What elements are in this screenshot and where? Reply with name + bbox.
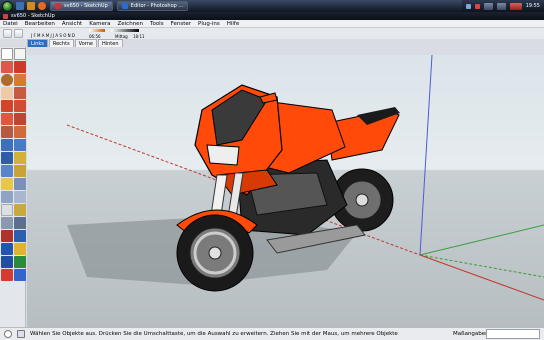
maximize-button[interactable] [496, 2, 506, 10]
rotate-icon[interactable] [1, 113, 13, 125]
menu-plugins[interactable]: Plug-ins [198, 21, 220, 27]
paint-bucket-icon[interactable] [1, 178, 13, 190]
rectangle-icon[interactable] [1, 87, 13, 99]
menu-hilfe[interactable]: Hilfe [227, 21, 240, 27]
share-model-icon[interactable] [14, 269, 26, 281]
google-earth-icon[interactable] [14, 256, 26, 268]
green-axis-line-2 [419, 224, 544, 256]
orbit-icon[interactable] [14, 178, 26, 190]
system-tray: 19:55 [461, 0, 544, 12]
menu-fenster[interactable]: Fenster [171, 21, 191, 27]
shadow-toggle-icon[interactable] [14, 29, 23, 38]
months-label: J F M A M J J A S O N D [31, 33, 75, 38]
zoom-extents-icon[interactable] [14, 204, 26, 216]
offset-icon[interactable] [14, 126, 26, 138]
zoom-window-icon[interactable] [1, 204, 13, 216]
menu-ansicht[interactable]: Ansicht [62, 21, 82, 27]
security-icon[interactable] [474, 3, 480, 9]
shadow-sliders: J F M A M J J A S O N D 06:56 Mittag 18:… [31, 28, 151, 39]
tab-vorne[interactable]: Vorne [74, 39, 97, 47]
menu-zeichnen[interactable]: Zeichnen [117, 21, 143, 27]
photoshop-icon [121, 3, 128, 9]
scene-tabs: Links Rechts Vorne Hinten [0, 39, 544, 47]
month-slider[interactable] [89, 29, 105, 32]
sketchup-icon [3, 13, 8, 19]
walk-icon[interactable] [14, 230, 26, 242]
clock: 19:55 [525, 3, 540, 9]
warehouse-icon[interactable] [1, 269, 13, 281]
text-icon[interactable] [14, 152, 26, 164]
move-icon[interactable] [1, 100, 13, 112]
tab-hinten[interactable]: Hinten [97, 39, 123, 47]
previous-view-icon[interactable] [1, 217, 13, 229]
blue-axis-line [419, 55, 433, 256]
menu-bar: Datei Bearbeiten Ansicht Kamera Zeichnen… [0, 20, 544, 28]
minimize-button[interactable] [483, 2, 493, 10]
menu-bearbeiten[interactable]: Bearbeiten [25, 21, 55, 27]
task-sketchup[interactable]: sv650 - SketchUp [50, 1, 113, 11]
component-icon[interactable] [14, 48, 26, 60]
explorer-icon[interactable] [27, 2, 35, 10]
measurements-input[interactable] [486, 329, 540, 339]
position-camera-icon[interactable] [14, 217, 26, 229]
time-slider[interactable] [111, 29, 139, 32]
scale-icon[interactable] [1, 126, 13, 138]
dimension-icon[interactable] [1, 152, 13, 164]
time-start: 06:56 [89, 34, 101, 39]
time-end: 18:11 [133, 34, 145, 39]
task-photoshop[interactable]: Editor - Photoshop ... [116, 1, 189, 11]
front-hub [208, 246, 222, 260]
desktop-icon[interactable] [16, 2, 24, 10]
menu-tools[interactable]: Tools [150, 21, 164, 27]
3d-text-icon[interactable] [14, 165, 26, 177]
status-message: Wählen Sie Objekte aus. Drücken Sie die … [30, 331, 398, 337]
task-label: sv650 - SketchUp [64, 3, 108, 9]
window-titlebar: sv650 - SketchUp [0, 12, 544, 20]
sketchup-window: sv650 - SketchUp Datei Bearbeiten Ansich… [0, 12, 544, 340]
select-icon[interactable] [1, 48, 13, 60]
window-title: sv650 - SketchUp [11, 13, 55, 19]
measurements-label: Maßangaben [453, 331, 489, 337]
axes-icon[interactable] [1, 165, 13, 177]
instructor-icon[interactable] [17, 330, 25, 338]
tab-rechts[interactable]: Rechts [48, 39, 74, 47]
rear-hub [355, 193, 369, 207]
3d-viewport[interactable] [27, 55, 544, 327]
protractor-icon[interactable] [14, 139, 26, 151]
tape-measure-icon[interactable] [1, 139, 13, 151]
polygon-icon[interactable] [14, 87, 26, 99]
eraser-icon[interactable] [1, 61, 13, 73]
firefox-icon[interactable] [38, 2, 46, 10]
network-icon[interactable] [465, 3, 471, 9]
shadow-toolbar: J F M A M J J A S O N D 06:56 Mittag 18:… [0, 28, 544, 39]
shadow-settings-icon[interactable] [3, 29, 12, 38]
section-plane-icon[interactable] [1, 243, 13, 255]
arc-icon[interactable] [14, 74, 26, 86]
close-button[interactable] [509, 2, 522, 10]
push-pull-icon[interactable] [14, 100, 26, 112]
menu-datei[interactable]: Datei [3, 21, 18, 27]
circle-icon[interactable] [1, 74, 13, 86]
green-axis-line [419, 254, 544, 278]
tab-links[interactable]: Links [27, 39, 48, 47]
sandbox-icon[interactable] [14, 243, 26, 255]
scene-drawing [66, 55, 544, 301]
task-label: Editor - Photoshop ... [130, 3, 184, 9]
follow-me-icon[interactable] [14, 113, 26, 125]
sketchup-icon [55, 3, 61, 9]
pan-icon[interactable] [1, 191, 13, 203]
help-icon[interactable] [4, 330, 12, 338]
layers-icon[interactable] [1, 256, 13, 268]
zoom-icon[interactable] [14, 191, 26, 203]
pencil-icon[interactable] [14, 61, 26, 73]
time-mid: Mittag [115, 34, 128, 39]
start-button[interactable] [2, 0, 13, 12]
tool-palette [0, 47, 26, 327]
headlight [206, 144, 240, 166]
red-axis-line-2 [419, 254, 544, 301]
windows-taskbar: sv650 - SketchUp Editor - Photoshop ... … [0, 0, 544, 12]
look-around-icon[interactable] [1, 230, 13, 242]
status-bar: Wählen Sie Objekte aus. Drücken Sie die … [0, 327, 544, 340]
menu-kamera[interactable]: Kamera [89, 21, 110, 27]
